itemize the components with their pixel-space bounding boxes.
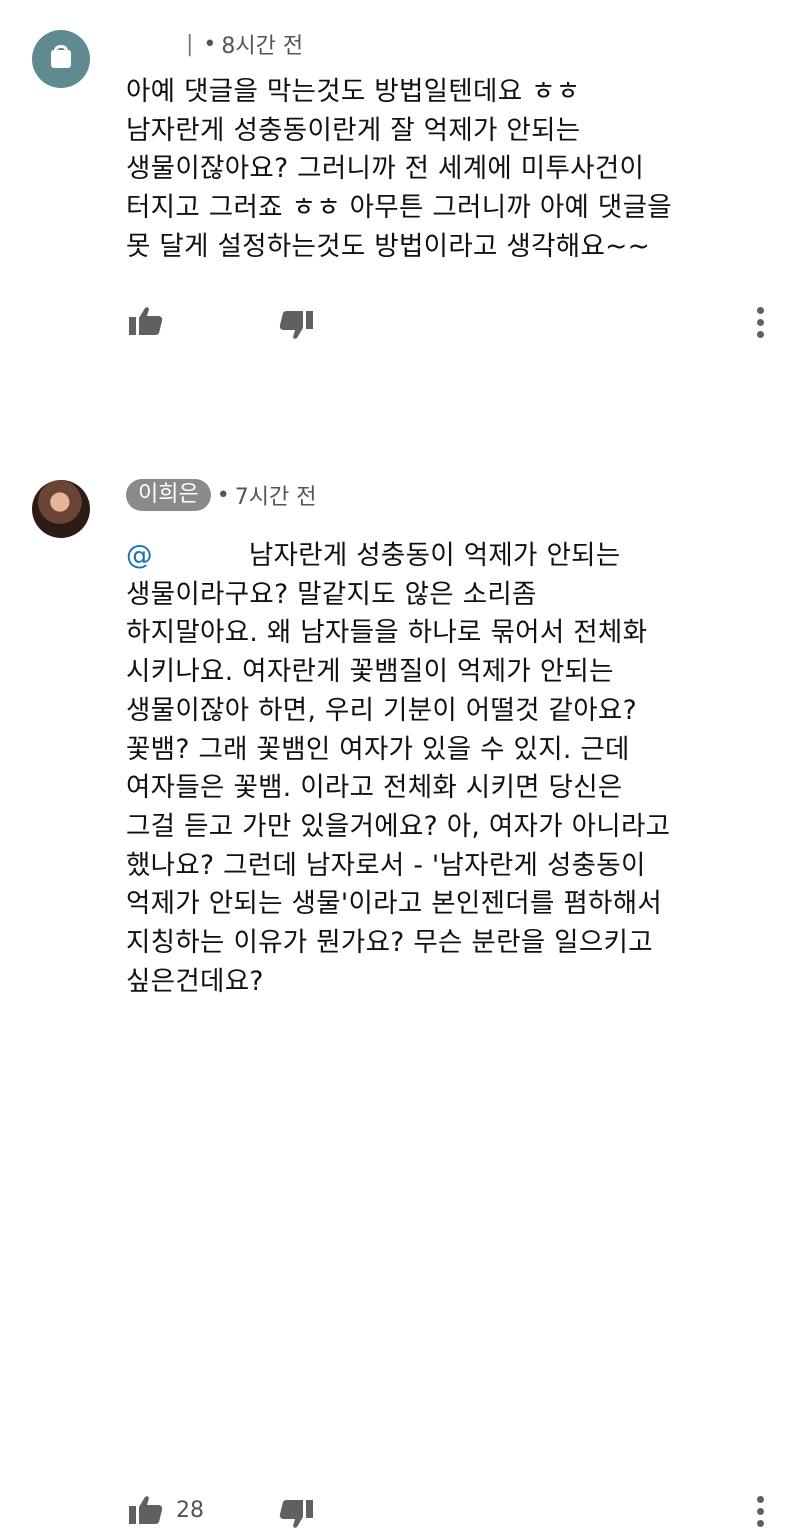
like-count: 28: [176, 1497, 204, 1523]
author-badge[interactable]: 이희은: [126, 479, 211, 511]
thumbs-down-icon: [279, 1500, 313, 1528]
author-name-redacted[interactable]: [126, 31, 184, 57]
comment-line: 여자들은 꽃뱀. 이라고 전체화 시키면 당신은: [126, 772, 623, 804]
more-vert-icon[interactable]: [752, 1494, 768, 1530]
timestamp: 8시간 전: [221, 34, 304, 59]
comment-line: 생물이라구요? 말같지도 않은 소리좀: [126, 578, 537, 610]
like-button[interactable]: [128, 305, 164, 337]
comment-text: @ 남자란게 성충동이 억제가 안되는 생물이라구요? 말같지도 않은 소리좀 하…: [126, 537, 776, 1001]
comment-line: 하지말아요. 왜 남자들을 하나로 묶어서 전체화: [126, 617, 648, 649]
thumbs-up-icon: [129, 1496, 163, 1524]
comment-text: 아예 댓글을 막는것도 방법일텐데요 ㅎㅎ 남자란게 성충동이란게 잘 억제가 …: [126, 73, 776, 267]
comment-actions: [0, 303, 800, 343]
comment-header: | • 8시간 전: [126, 28, 303, 60]
avatar[interactable]: [32, 480, 90, 538]
comment-line: 했나요? 그런데 남자로서 - '남자란게 성충동이: [126, 849, 646, 881]
dislike-button[interactable]: [278, 1498, 314, 1534]
dislike-button[interactable]: [278, 309, 314, 345]
comment-item: | • 8시간 전 아예 댓글을 막는것도 방법일텐데요 ㅎㅎ 남자란게 성충동…: [0, 0, 800, 380]
timestamp: 7시간 전: [234, 485, 317, 510]
comment-line: 터지고 그러죠 ㅎㅎ 아무튼 그러니까 아예 댓글을: [126, 192, 672, 224]
comment-line: 아예 댓글을 막는것도 방법일텐데요 ㅎㅎ: [126, 76, 581, 107]
thumbs-down-icon: [279, 311, 313, 339]
comment-line: @ 남자란게 성충동이 억제가 안되는: [126, 537, 776, 576]
comment-line: 그걸 듣고 가만 있을거에요? 아, 여자가 아니라고: [126, 810, 671, 842]
mention-redacted: [152, 545, 249, 568]
comment-line-text: 남자란게 성충동이 억제가 안되는: [248, 540, 621, 571]
comment-line: 지칭하는 이유가 뭔가요? 무슨 분란을 일으키고: [126, 927, 653, 959]
name-edge: |: [186, 31, 194, 57]
comment-line: 시키나요. 여자란게 꽃뱀질이 억제가 안되는: [126, 656, 614, 688]
comment-line: 생물이잖아 하면, 우리 기분이 어떨것 같아요?: [126, 694, 637, 726]
mention-link[interactable]: @: [126, 540, 153, 571]
comment-actions: 28: [0, 1492, 800, 1532]
thumbs-up-icon: [129, 307, 163, 335]
comment-line: 꽃뱀? 그래 꽃뱀인 여자가 있을 수 있지. 근데: [126, 733, 630, 765]
comment-line: 못 달게 설정하는것도 방법이라고 생각해요~~: [126, 230, 651, 262]
more-vert-icon[interactable]: [752, 305, 768, 341]
lock-icon: [51, 45, 71, 68]
comment-line: 남자란게 성충동이란게 잘 억제가 안되는: [126, 114, 581, 146]
avatar[interactable]: [32, 30, 90, 88]
comment-line: 억제가 안되는 생물'이라고 본인젠더를 폄하해서: [126, 888, 663, 920]
comment-item: 이희은 • 7시간 전 @ 남자란게 성충동이 억제가 안되는 생물이라구요? 말…: [0, 462, 800, 1528]
separator-dot: •: [216, 482, 230, 508]
like-button[interactable]: 28: [128, 1494, 204, 1526]
separator-dot: •: [203, 31, 217, 57]
comment-header: 이희은 • 7시간 전: [126, 479, 316, 511]
comment-line: 싶은건데요?: [126, 965, 264, 997]
comment-line: 생물이잖아요? 그러니까 전 세계에 미투사건이: [126, 153, 645, 185]
